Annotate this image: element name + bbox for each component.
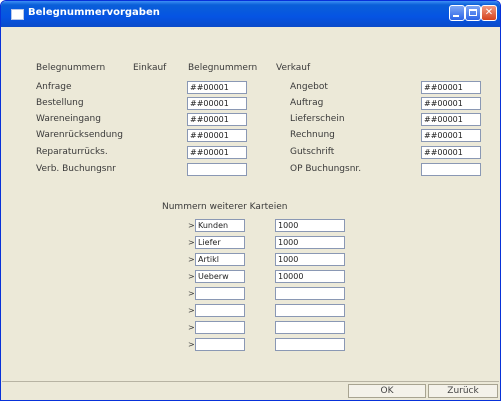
kartei-value-empty-3[interactable] — [275, 321, 345, 334]
row-prefix: > — [188, 272, 195, 281]
label-verb-buchungsnr: Verb. Buchungsnr — [36, 164, 116, 174]
kartei-name-empty-3[interactable] — [195, 321, 245, 334]
kartei-name-artikl[interactable]: Artikl — [195, 253, 245, 266]
kartei-value-empty-4[interactable] — [275, 338, 345, 351]
label-rechnung: Rechnung — [290, 130, 335, 140]
input-gutschrift[interactable]: ##00001 — [421, 146, 481, 159]
input-auftrag[interactable]: ##00001 — [421, 97, 481, 110]
input-anfrage[interactable]: ##00001 — [187, 81, 247, 94]
label-anfrage: Anfrage — [36, 82, 72, 92]
kartei-name-kunden[interactable]: Kunden — [195, 219, 245, 232]
maximize-icon — [469, 9, 477, 16]
label-wareneingang: Wareneingang — [36, 114, 101, 124]
close-button[interactable]: ✕ — [481, 5, 497, 21]
label-bestellung: Bestellung — [36, 98, 84, 108]
label-reparaturruecks: Reparaturrücks. — [36, 147, 108, 157]
row-prefix: > — [188, 221, 195, 230]
label-op-buchungsnr: OP Buchungsnr. — [290, 164, 362, 174]
label-warenruecksendung: Warenrücksendung — [36, 130, 123, 140]
label-auftrag: Auftrag — [290, 98, 324, 108]
karteien-title: Nummern weiterer Karteien — [162, 202, 288, 212]
kartei-value-empty-1[interactable] — [275, 287, 345, 300]
header-verkauf: Verkauf — [276, 63, 311, 73]
back-button[interactable]: Zurück — [428, 384, 498, 398]
header-belegnummern-einkauf: Belegnummern — [36, 63, 106, 73]
kartei-name-ueberw[interactable]: Ueberw — [195, 270, 245, 283]
window-title: Belegnummervorgaben — [28, 7, 160, 18]
title-bar[interactable]: Belegnummervorgaben ✕ — [1, 1, 500, 27]
kartei-value-liefer[interactable]: 1000 — [275, 236, 345, 249]
row-prefix: > — [188, 289, 195, 298]
header-belegnummern-verkauf: Belegnummern — [188, 63, 258, 73]
kartei-name-empty-2[interactable] — [195, 304, 245, 317]
kartei-name-empty-1[interactable] — [195, 287, 245, 300]
row-prefix: > — [188, 238, 195, 247]
window-icon — [11, 9, 24, 20]
close-icon: ✕ — [484, 7, 494, 18]
button-bar: OK Zurück — [2, 381, 499, 399]
input-bestellung[interactable]: ##00001 — [187, 97, 247, 110]
input-verb-buchungsnr[interactable] — [187, 163, 247, 176]
kartei-value-kunden[interactable]: 1000 — [275, 219, 345, 232]
input-lieferschein[interactable]: ##00001 — [421, 113, 481, 126]
label-angebot: Angebot — [290, 82, 328, 92]
kartei-value-empty-2[interactable] — [275, 304, 345, 317]
label-gutschrift: Gutschrift — [290, 147, 335, 157]
input-rechnung[interactable]: ##00001 — [421, 129, 481, 142]
label-lieferschein: Lieferschein — [290, 114, 345, 124]
row-prefix: > — [188, 323, 195, 332]
ok-button[interactable]: OK — [348, 384, 426, 398]
input-reparaturruecks[interactable]: ##00001 — [187, 146, 247, 159]
row-prefix: > — [188, 306, 195, 315]
kartei-name-liefer[interactable]: Liefer — [195, 236, 245, 249]
kartei-value-artikl[interactable]: 1000 — [275, 253, 345, 266]
input-angebot[interactable]: ##00001 — [421, 81, 481, 94]
kartei-name-empty-4[interactable] — [195, 338, 245, 351]
kartei-value-ueberw[interactable]: 10000 — [275, 270, 345, 283]
input-warenruecksendung[interactable]: ##00001 — [187, 129, 247, 142]
minimize-icon — [453, 15, 459, 17]
dialog-window: Belegnummervorgaben ✕ Belegnummern Einka… — [0, 0, 501, 401]
maximize-button[interactable] — [465, 5, 481, 21]
row-prefix: > — [188, 255, 195, 264]
row-prefix: > — [188, 340, 195, 349]
input-wareneingang[interactable]: ##00001 — [187, 113, 247, 126]
input-op-buchungsnr[interactable] — [421, 163, 481, 176]
header-einkauf: Einkauf — [133, 63, 167, 73]
minimize-button[interactable] — [449, 5, 465, 21]
